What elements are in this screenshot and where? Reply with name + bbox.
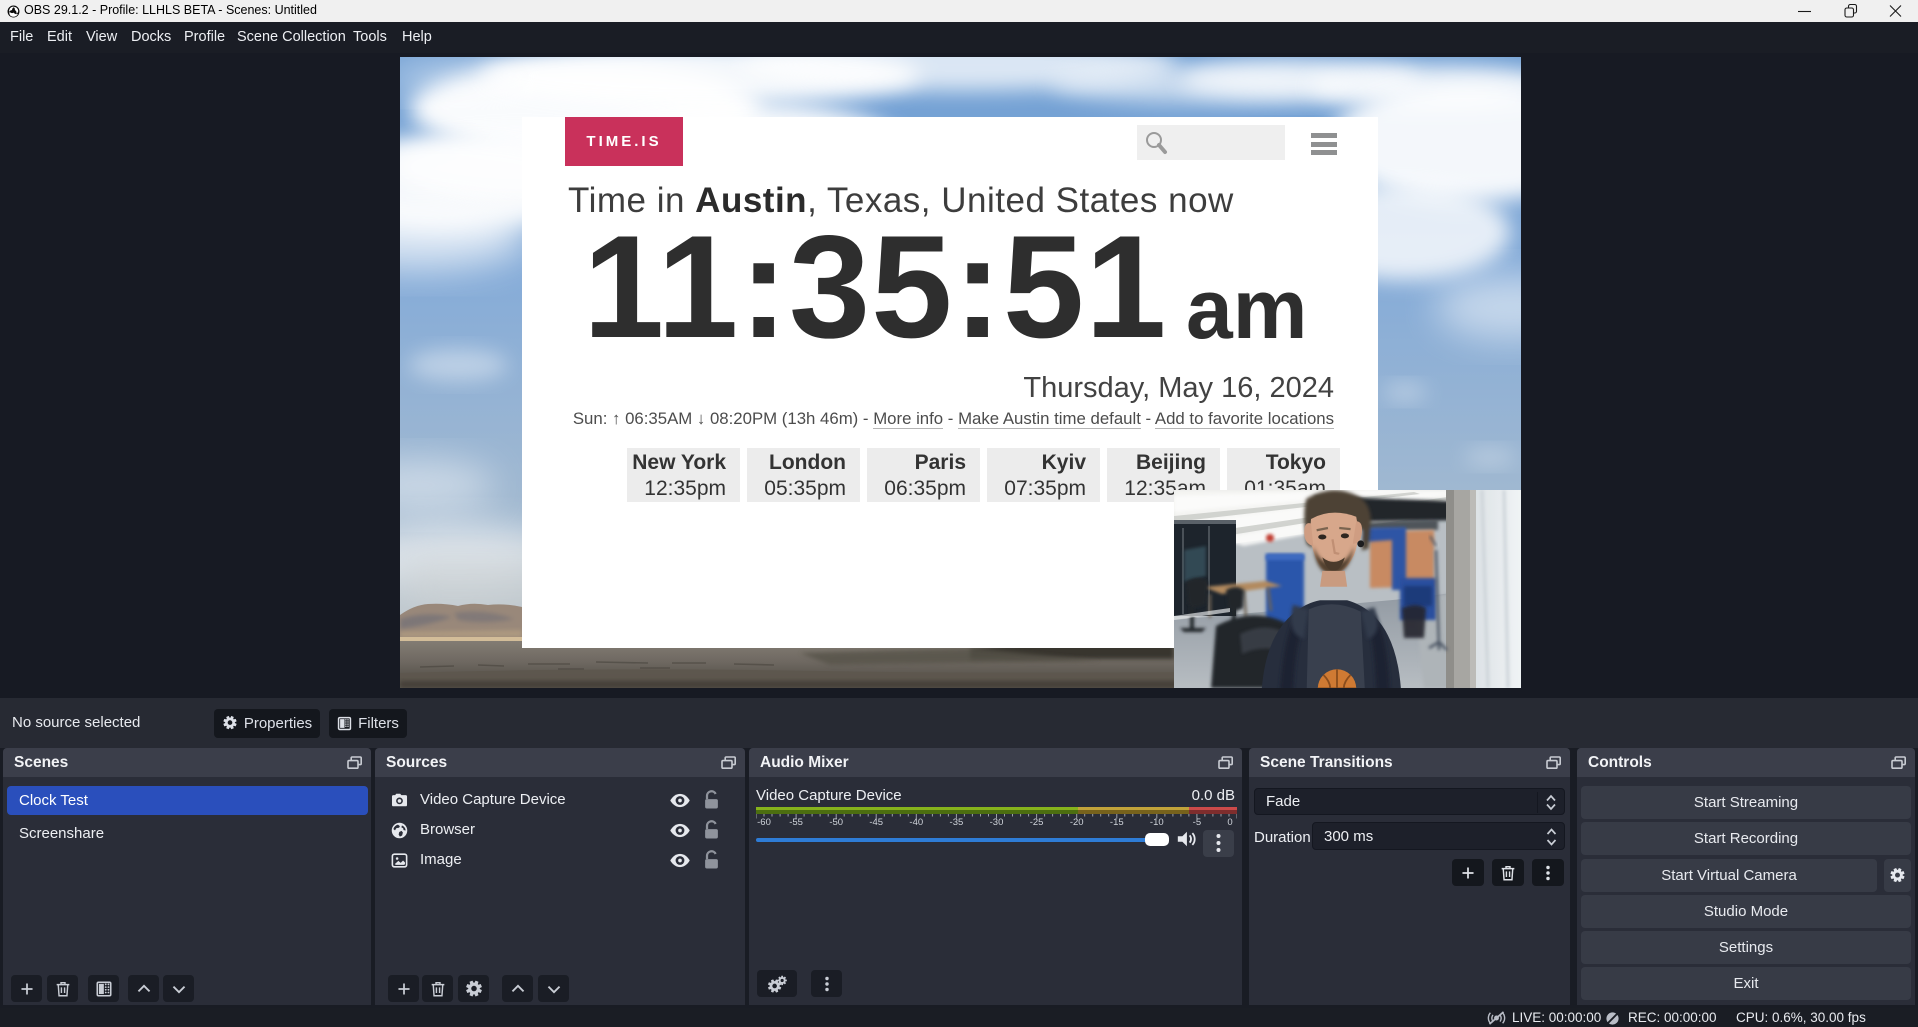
svg-text:-15: -15 [1110, 817, 1124, 828]
svg-text:-25: -25 [1030, 817, 1044, 828]
svg-text:-50: -50 [829, 817, 843, 828]
svg-text:-40: -40 [909, 817, 923, 828]
svg-text:-55: -55 [789, 817, 803, 828]
svg-text:-45: -45 [869, 817, 883, 828]
svg-text:-35: -35 [950, 817, 964, 828]
svg-text:-5: -5 [1193, 817, 1201, 828]
svg-text:-20: -20 [1070, 817, 1084, 828]
svg-text:-60: -60 [757, 817, 771, 828]
svg-text:0: 0 [1227, 817, 1232, 828]
svg-text:-10: -10 [1150, 817, 1164, 828]
svg-text:-30: -30 [990, 817, 1004, 828]
